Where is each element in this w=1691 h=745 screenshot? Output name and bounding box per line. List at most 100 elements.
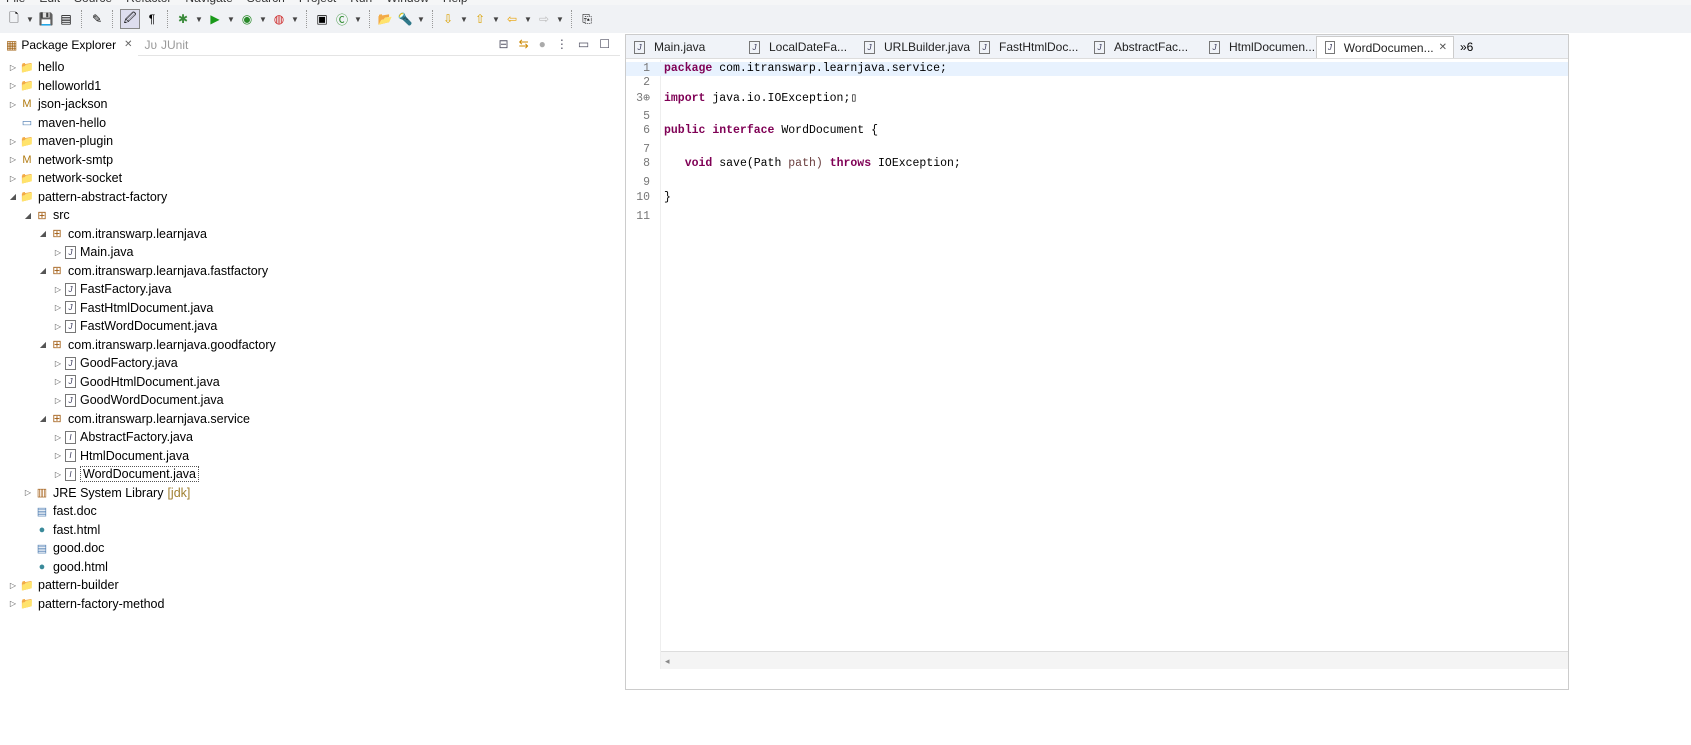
tab-junit[interactable]: Jᴜ JUnit <box>138 34 194 56</box>
tree-item[interactable]: ▷ J GoodWordDocument.java <box>0 391 620 410</box>
prev-annotation-icon[interactable]: ⇧ <box>472 11 488 27</box>
tree-item[interactable]: ▷ 📁 network-socket <box>0 169 620 188</box>
dropdown-arrow-icon[interactable]: ▼ <box>417 15 425 24</box>
expanded-arrow-icon[interactable]: ◢ <box>38 266 48 275</box>
pin-editor-icon[interactable]: ⎘ <box>579 11 595 27</box>
editor-tab[interactable]: J Main.java <box>626 36 741 58</box>
collapsed-arrow-icon[interactable]: ▷ <box>53 433 63 442</box>
run-icon[interactable]: ▶ <box>207 11 223 27</box>
open-type-icon[interactable]: 🖉 <box>120 9 140 29</box>
tree-item[interactable]: ▷ J GoodHtmlDocument.java <box>0 373 620 392</box>
tree-item[interactable]: ◢ ⊞ com.itranswarp.learnjava.goodfactory <box>0 336 620 355</box>
save-all-icon[interactable]: ▤ <box>58 11 74 27</box>
search-icon[interactable]: 🔦 <box>397 11 413 27</box>
collapsed-arrow-icon[interactable]: ▷ <box>23 488 33 497</box>
dropdown-arrow-icon[interactable]: ▼ <box>227 15 235 24</box>
expanded-arrow-icon[interactable]: ◢ <box>38 414 48 423</box>
toggle-breakpoint-icon[interactable]: ✎ <box>89 11 105 27</box>
external-tools-icon[interactable]: ◍ <box>271 11 287 27</box>
new-java-project-icon[interactable]: ▣ <box>314 11 330 27</box>
dropdown-arrow-icon[interactable]: ▼ <box>524 15 532 24</box>
collapsed-arrow-icon[interactable]: ▷ <box>8 63 18 72</box>
close-icon[interactable]: ✕ <box>124 39 132 50</box>
tree-item[interactable]: ▷ Mnetwork-smtp <box>0 151 620 170</box>
editor-tab[interactable]: J AbstractFac... <box>1086 36 1201 58</box>
tree-item[interactable]: ▭ maven-hello <box>0 114 620 133</box>
dropdown-arrow-icon[interactable]: ▼ <box>460 15 468 24</box>
tree-item[interactable]: ▷ 📁 maven-plugin <box>0 132 620 151</box>
debug-icon[interactable]: ✱ <box>175 11 191 27</box>
dropdown-arrow-icon[interactable]: ▼ <box>26 15 34 24</box>
collapsed-arrow-icon[interactable]: ▷ <box>53 470 63 479</box>
editor-tab[interactable]: J FastHtmlDoc... <box>971 36 1086 58</box>
tree-item[interactable]: ▷ I WordDocument.java <box>0 465 620 484</box>
collapsed-arrow-icon[interactable]: ▷ <box>8 174 18 183</box>
tree-item[interactable]: ▷ J FastHtmlDocument.java <box>0 299 620 318</box>
tree-item[interactable]: ▷ J FastFactory.java <box>0 280 620 299</box>
collapsed-arrow-icon[interactable]: ▷ <box>53 377 63 386</box>
view-menu-icon[interactable]: ⋮ <box>556 37 568 51</box>
dropdown-arrow-icon[interactable]: ▼ <box>492 15 500 24</box>
collapsed-arrow-icon[interactable]: ▷ <box>53 359 63 368</box>
tree-item[interactable]: ▷ J FastWordDocument.java <box>0 317 620 336</box>
tree-item[interactable]: ◢ ⊞ com.itranswarp.learnjava.fastfactory <box>0 262 620 281</box>
dropdown-arrow-icon[interactable]: ▼ <box>291 15 299 24</box>
new-class-icon[interactable]: Ⓒ <box>334 11 350 27</box>
tree-item[interactable]: ▷ 📁 hello <box>0 58 620 77</box>
tree-item[interactable]: ● fast.html <box>0 521 620 540</box>
link-with-editor-icon[interactable]: ⇆ <box>519 37 529 51</box>
new-icon[interactable]: 🗋 <box>6 11 22 27</box>
expanded-arrow-icon[interactable]: ◢ <box>23 211 33 220</box>
tree-item[interactable]: ▷ I AbstractFactory.java <box>0 428 620 447</box>
tree-item[interactable]: ▷ 📁 helloworld1 <box>0 77 620 96</box>
tree-item[interactable]: ◢ 📁 pattern-abstract-factory <box>0 188 620 207</box>
collapsed-arrow-icon[interactable]: ▷ <box>8 137 18 146</box>
collapse-all-icon[interactable]: ⊟ <box>499 37 509 51</box>
code-editor[interactable]: 1 package com.itranswarp.learnjava.servic… <box>626 60 1568 669</box>
collapsed-arrow-icon[interactable]: ▷ <box>8 100 18 109</box>
tree-item[interactable]: ▷ 📁 pattern-builder <box>0 576 620 595</box>
dropdown-arrow-icon[interactable]: ▼ <box>195 15 203 24</box>
collapsed-arrow-icon[interactable]: ▷ <box>53 285 63 294</box>
tree-item[interactable]: ▷ ▥ JRE System Library [jdk] <box>0 484 620 503</box>
editor-tab[interactable]: J LocalDateFa... <box>741 36 856 58</box>
collapsed-arrow-icon[interactable]: ▷ <box>53 451 63 460</box>
collapsed-arrow-icon[interactable]: ▷ <box>53 322 63 331</box>
tree-item[interactable]: ▷ J GoodFactory.java <box>0 354 620 373</box>
tree-item[interactable]: ▷ Mjson-jackson <box>0 95 620 114</box>
tab-overflow-button[interactable]: »6 <box>1454 40 1479 58</box>
collapsed-arrow-icon[interactable]: ▷ <box>8 155 18 164</box>
minimize-icon[interactable]: ▭ <box>578 37 589 51</box>
expanded-arrow-icon[interactable]: ◢ <box>38 340 48 349</box>
collapsed-arrow-icon[interactable]: ▷ <box>53 303 63 312</box>
tree-item[interactable]: ◢ ⊞ src <box>0 206 620 225</box>
save-icon[interactable]: 💾 <box>38 11 54 27</box>
collapsed-arrow-icon[interactable]: ▷ <box>8 81 18 90</box>
horizontal-scrollbar[interactable]: ◂ <box>661 651 1568 669</box>
next-annotation-icon[interactable]: ⇩ <box>440 11 456 27</box>
dropdown-arrow-icon[interactable]: ▼ <box>259 15 267 24</box>
tree-item[interactable]: ▤ fast.doc <box>0 502 620 521</box>
tree-item[interactable]: ● good.html <box>0 558 620 577</box>
editor-tab[interactable]: J WordDocumen... ✕ <box>1316 36 1454 58</box>
coverage-icon[interactable]: ◉ <box>239 11 255 27</box>
collapsed-arrow-icon[interactable]: ▷ <box>53 396 63 405</box>
tree-item[interactable]: ◢ ⊞ com.itranswarp.learnjava <box>0 225 620 244</box>
expanded-arrow-icon[interactable]: ◢ <box>8 192 18 201</box>
tree-item[interactable]: ◢ ⊞ com.itranswarp.learnjava.service <box>0 410 620 429</box>
editor-tab[interactable]: J URLBuilder.java <box>856 36 971 58</box>
maximize-icon[interactable]: ☐ <box>599 37 610 51</box>
collapsed-arrow-icon[interactable]: ▷ <box>8 599 18 608</box>
collapsed-arrow-icon[interactable]: ▷ <box>53 248 63 257</box>
dropdown-arrow-icon[interactable]: ▼ <box>556 15 564 24</box>
expanded-arrow-icon[interactable]: ◢ <box>38 229 48 238</box>
open-folder-icon[interactable]: 📂 <box>377 11 393 27</box>
close-icon[interactable]: ✕ <box>1439 42 1447 53</box>
tree-item[interactable]: ▷ 📁 pattern-factory-method <box>0 595 620 614</box>
back-icon[interactable]: ⇦ <box>504 11 520 27</box>
tree-item[interactable]: ▷ J Main.java <box>0 243 620 262</box>
filter-icon[interactable]: ● <box>539 37 546 51</box>
tree-item[interactable]: ▷ I HtmlDocument.java <box>0 447 620 466</box>
mark-occurrences-icon[interactable]: ¶ <box>144 11 160 27</box>
dropdown-arrow-icon[interactable]: ▼ <box>354 15 362 24</box>
